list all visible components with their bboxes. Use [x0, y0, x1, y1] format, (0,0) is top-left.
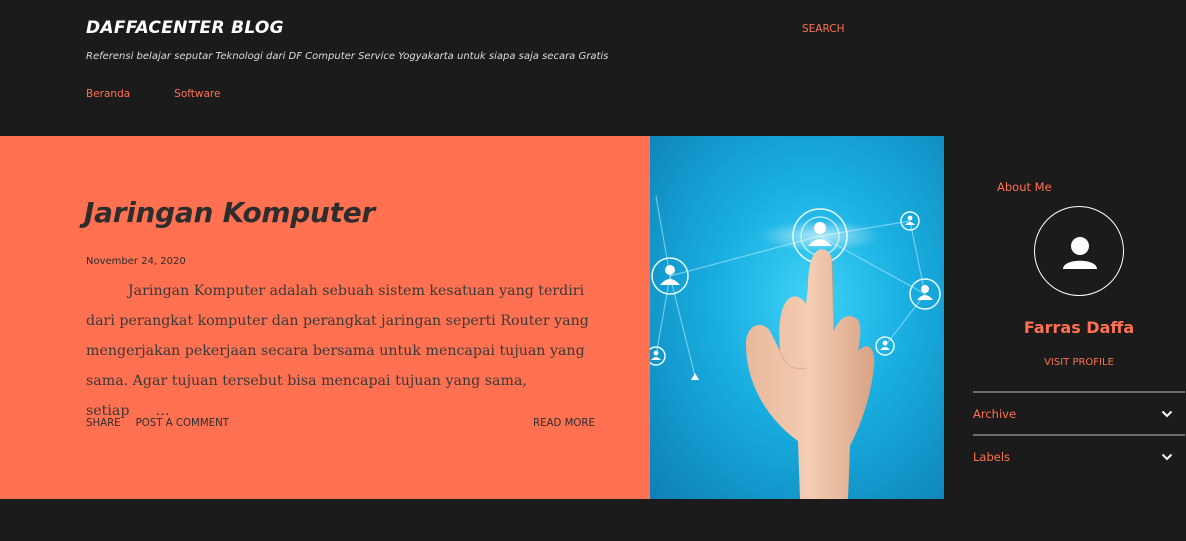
chevron-down-icon	[1161, 453, 1173, 461]
about-me-heading: About Me	[997, 180, 1052, 194]
archive-label: Archive	[973, 406, 1017, 421]
main-nav: Beranda Software	[86, 88, 220, 100]
network-hand-illustration	[650, 195, 941, 499]
profile-name[interactable]: Farras Daffa	[978, 318, 1180, 337]
blog-description: Referensi belajar seputar Teknologi dari…	[86, 51, 609, 62]
blog-title[interactable]: DAFFACENTER BLOG	[86, 18, 284, 38]
nav-item-software[interactable]: Software	[174, 88, 220, 100]
post-featured-image[interactable]	[650, 136, 944, 499]
nav-item-beranda[interactable]: Beranda	[86, 88, 130, 100]
search-button[interactable]: SEARCH	[802, 23, 844, 35]
featured-post-card: Jaringan Komputer November 24, 2020 Jari…	[0, 136, 650, 499]
default-user-icon	[1063, 237, 1097, 269]
post-date[interactable]: November 24, 2020	[86, 256, 186, 267]
visit-profile-button[interactable]: VISIT PROFILE	[978, 357, 1180, 368]
labels-label: Labels	[973, 449, 1011, 464]
post-actions: SHARE POST A COMMENT	[86, 418, 229, 429]
post-comment-button[interactable]: POST A COMMENT	[136, 418, 229, 429]
labels-accordion[interactable]: Labels	[973, 434, 1185, 477]
share-button[interactable]: SHARE	[86, 418, 121, 429]
chevron-down-icon	[1161, 410, 1173, 418]
post-title[interactable]: Jaringan Komputer	[84, 196, 375, 229]
snippet-ellipsis: …	[155, 403, 170, 419]
post-snippet-text: Jaringan Komputer adalah sebuah sistem k…	[86, 283, 589, 419]
read-more-button[interactable]: READ MORE	[533, 418, 595, 429]
profile-avatar[interactable]	[1034, 206, 1124, 296]
post-snippet: Jaringan Komputer adalah sebuah sistem k…	[86, 276, 596, 426]
archive-accordion[interactable]: Archive	[973, 391, 1185, 434]
